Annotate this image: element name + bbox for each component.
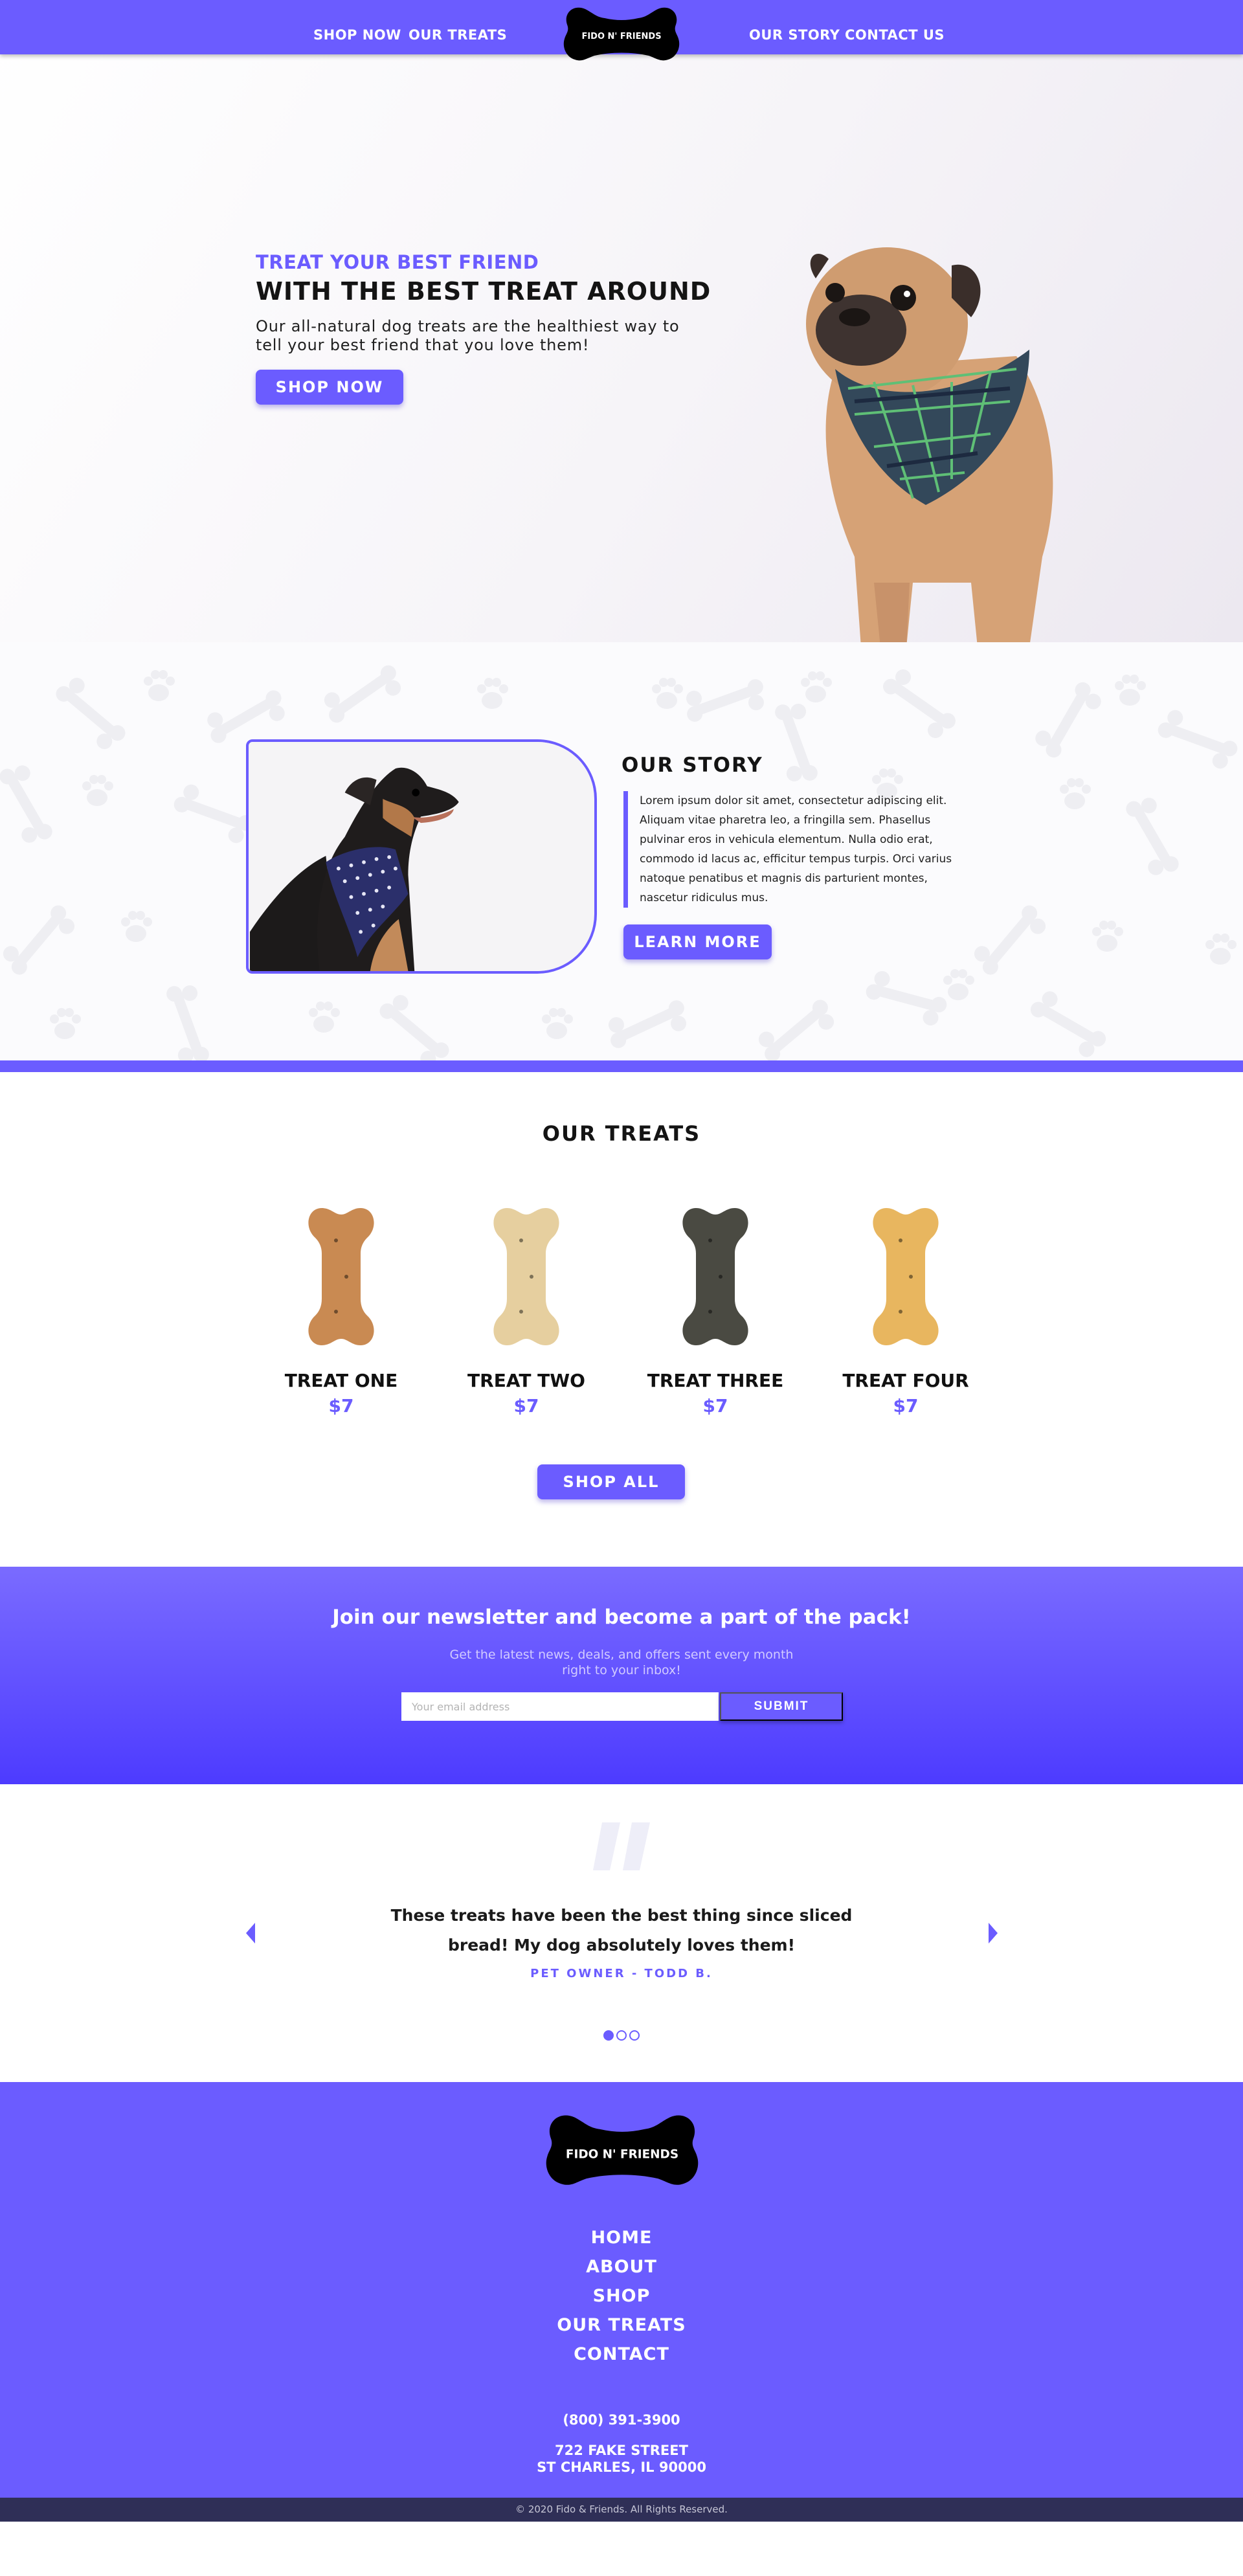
treat-price: $7 [513,1395,539,1417]
newsletter-subtitle-line2: right to your inbox! [562,1663,681,1677]
footer-link-our-treats[interactable]: OUR TREATS [0,2311,1243,2340]
nav-contact-us[interactable]: CONTACT US [845,27,945,43]
story-dog-photo [246,739,597,974]
bone-icon [493,1208,559,1345]
treat-name: TREAT TWO [467,1370,585,1391]
treat-price: $7 [328,1395,354,1417]
quote-icon [593,1822,650,1870]
bone-logo-icon[interactable]: FIDO N' FRIENDS [561,4,682,74]
bone-icon [873,1208,939,1345]
newsletter-section: Join our newsletter and become a part of… [0,1567,1243,1784]
treat-price: $7 [893,1395,919,1417]
newsletter-subtitle-line1: Get the latest news, deals, and offers s… [449,1648,794,1662]
email-field[interactable] [401,1692,719,1721]
bone-paw-pattern [0,654,1243,1060]
treat-card[interactable]: TREAT THREE $7 [638,1202,793,1417]
dog-illustration [249,742,594,971]
footer-address: 722 FAKE STREET ST CHARLES, IL 90000 [0,2442,1243,2476]
nav-shop-now[interactable]: SHOP NOW [313,27,401,43]
treat-name: TREAT FOUR [842,1370,969,1391]
story-text: Lorem ipsum dolor sit amet, consectetur … [623,791,973,908]
footer-address-line1: 722 FAKE STREET [555,2443,688,2458]
newsletter-title: Join our newsletter and become a part of… [332,1606,911,1629]
testimonial-section: These treats have been the best thing si… [0,1784,1243,2082]
treat-price: $7 [702,1395,728,1417]
nav-our-story[interactable]: OUR STORY [749,27,840,43]
footer-link-home[interactable]: HOME [0,2223,1243,2252]
section-divider [0,1060,1243,1072]
treat-name: TREAT THREE [647,1370,784,1391]
footer-address-line2: ST CHARLES, IL 90000 [537,2459,706,2475]
story-title: OUR STORY [622,754,763,777]
hero-subtitle: TREAT YOUR BEST FRIEND [256,251,539,273]
our-story-section: OUR STORY Lorem ipsum dolor sit amet, co… [0,642,1243,1060]
footer-nav: HOME ABOUT SHOP OUR TREATS CONTACT [0,2223,1243,2369]
logo-text: FIDO N' FRIENDS [581,32,661,41]
footer-logo-text: FIDO N' FRIENDS [566,2148,678,2162]
hero-section: TREAT YOUR BEST FRIEND WITH THE BEST TRE… [0,0,1243,642]
bone-icon [682,1208,748,1345]
copyright-bar: © 2020 Fido & Friends. All Rights Reserv… [0,2498,1243,2522]
treat-card[interactable]: TREAT TWO $7 [449,1202,604,1417]
testimonial-author: PET OWNER - TODD B. [530,1967,713,1980]
our-treats-section: OUR TREATS TREAT ONE $7 TREAT TWO $7 TREAT T… [0,1072,1243,1567]
carousel-dot[interactable] [616,2030,627,2041]
learn-more-button[interactable]: LEARN MORE [623,924,772,959]
testimonial-text: These treats have been the best thing si… [390,1906,853,1954]
footer-link-shop[interactable]: SHOP [0,2281,1243,2311]
bone-logo-icon[interactable]: FIDO N' FRIENDS [541,2111,703,2202]
footer-phone[interactable]: (800) 391-3900 [0,2412,1243,2428]
treat-name: TREAT ONE [284,1370,398,1391]
hero-title: WITH THE BEST TREAT AROUND [256,277,711,306]
footer-link-about[interactable]: ABOUT [0,2252,1243,2281]
carousel-dots [603,2030,640,2041]
hero-text: Our all-natural dog treats are the healt… [256,317,680,354]
nav-our-treats[interactable]: OUR TREATS [409,27,507,43]
footer-link-contact[interactable]: CONTACT [0,2340,1243,2369]
footer: FIDO N' FRIENDS HOME ABOUT SHOP OUR TREA… [0,2082,1243,2498]
arrow-right-icon[interactable] [989,1923,998,1943]
newsletter-subtitle: Get the latest news, deals, and offers s… [0,1647,1243,1678]
submit-button[interactable]: SUBMIT [720,1692,843,1721]
shop-all-button[interactable]: SHOP ALL [537,1464,685,1499]
arrow-left-icon[interactable] [246,1923,255,1943]
carousel-dot[interactable] [603,2030,614,2041]
treat-card[interactable]: TREAT ONE $7 [263,1202,419,1417]
hero-shop-now-button[interactable]: SHOP NOW [256,370,403,405]
bone-icon [308,1208,374,1345]
carousel-dot[interactable] [629,2030,640,2041]
treats-title: OUR TREATS [542,1121,701,1146]
treat-card[interactable]: TREAT FOUR $7 [828,1202,983,1417]
top-nav: SHOP NOW OUR TREATS OUR STORY CONTACT US… [0,0,1243,61]
pug-photo [806,247,1053,642]
